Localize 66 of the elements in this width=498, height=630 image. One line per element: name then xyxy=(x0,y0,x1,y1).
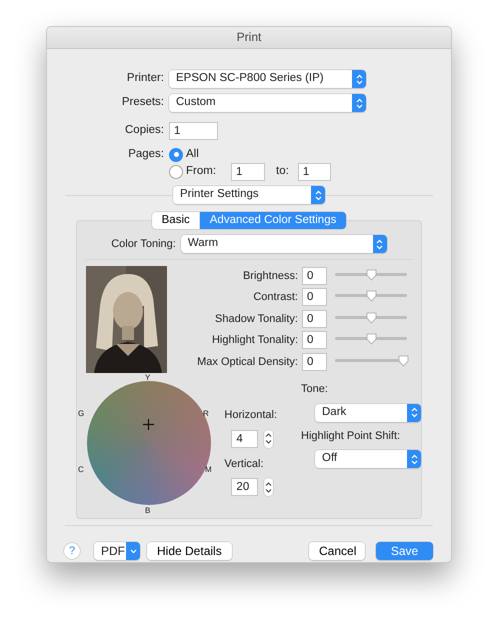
adjustment-field[interactable]: 0 xyxy=(302,288,327,306)
copies-label: Copies: xyxy=(124,123,165,138)
horizontal-stepper[interactable] xyxy=(264,430,274,448)
slider-track[interactable] xyxy=(335,354,407,369)
pages-label: Pages: xyxy=(127,147,165,162)
presets-label: Presets: xyxy=(120,95,165,110)
presets-dropdown[interactable]: Custom xyxy=(169,94,366,112)
adjustment-label: Brightness: xyxy=(242,268,299,284)
up-down-arrows-icon xyxy=(372,235,387,253)
chevron-down-icon xyxy=(126,542,140,560)
up-down-arrows-icon xyxy=(352,70,366,88)
tab[interactable]: Basic xyxy=(152,212,200,229)
up-down-arrows-icon xyxy=(352,94,366,112)
radio-button[interactable] xyxy=(169,148,183,162)
wheel-axis-label: B xyxy=(145,506,150,515)
wheel-axis-label: Y xyxy=(145,373,150,382)
slider-track[interactable] xyxy=(335,312,407,326)
slider-thumb[interactable] xyxy=(366,268,376,281)
vertical-label: Vertical: xyxy=(224,456,265,472)
adjustment-label: Shadow Tonality: xyxy=(214,312,299,326)
cancel-button[interactable]: Cancel xyxy=(309,542,365,560)
slider-track[interactable] xyxy=(335,268,407,283)
vertical-stepper[interactable] xyxy=(264,478,274,496)
horizontal-label: Horizontal: xyxy=(224,408,277,423)
slider-thumb[interactable] xyxy=(398,354,409,367)
vertical-field[interactable]: 20 xyxy=(231,478,258,496)
settings-section-dropdown[interactable]: Printer Settings xyxy=(173,186,325,204)
copies-field[interactable]: 1 xyxy=(169,122,218,140)
pdf-menu-button[interactable]: PDF xyxy=(94,542,140,560)
printer-dropdown[interactable]: EPSON SC-P800 Series (IP) xyxy=(169,70,366,88)
radio-label: All xyxy=(186,146,199,162)
slider-thumb[interactable] xyxy=(366,312,376,324)
slider-track[interactable] xyxy=(335,333,407,348)
slider-thumb[interactable] xyxy=(366,333,376,346)
adjustment-field[interactable]: 0 xyxy=(302,331,327,350)
window-title: Print xyxy=(47,27,451,49)
color-toning-dropdown[interactable]: Warm xyxy=(180,235,387,253)
to-page-field[interactable]: 1 xyxy=(298,163,331,181)
hide-details-button[interactable]: Hide Details xyxy=(147,542,232,560)
wheel-axis-label: R xyxy=(203,409,209,418)
tone-label: Tone: xyxy=(301,382,329,397)
slider-track[interactable] xyxy=(335,290,407,304)
wheel-axis-label: C xyxy=(78,465,84,474)
adjustment-field[interactable]: 0 xyxy=(302,352,327,371)
wheel-axis-label: M xyxy=(205,465,212,474)
adjustment-label: Contrast: xyxy=(252,290,299,305)
horizontal-field[interactable]: 4 xyxy=(231,430,258,448)
highlight-point-shift-dropdown[interactable]: Off xyxy=(315,450,421,468)
radio-label: From: xyxy=(186,164,216,180)
from-page-field[interactable]: 1 xyxy=(231,163,266,181)
color-toning-label: Color Toning: xyxy=(111,236,177,252)
adjustment-label: Highlight Tonality: xyxy=(210,333,299,348)
tone-dropdown[interactable]: Dark xyxy=(315,404,421,422)
highlight-point-shift-label: Highlight Point Shift: xyxy=(301,428,402,444)
crosshair-icon xyxy=(143,419,154,430)
adjustment-field[interactable]: 0 xyxy=(302,266,327,285)
up-down-arrows-icon xyxy=(407,404,421,422)
up-down-arrows-icon xyxy=(407,450,421,468)
adjustment-field[interactable]: 0 xyxy=(302,310,327,328)
radio-button[interactable] xyxy=(169,165,183,179)
to-label: to: xyxy=(276,164,289,180)
adjustment-label: Max Optical Density: xyxy=(196,354,299,370)
printer-label: Printer: xyxy=(126,71,165,86)
up-down-arrows-icon xyxy=(311,186,325,204)
wheel-axis-label: G xyxy=(78,409,84,418)
slider-thumb[interactable] xyxy=(366,290,376,302)
